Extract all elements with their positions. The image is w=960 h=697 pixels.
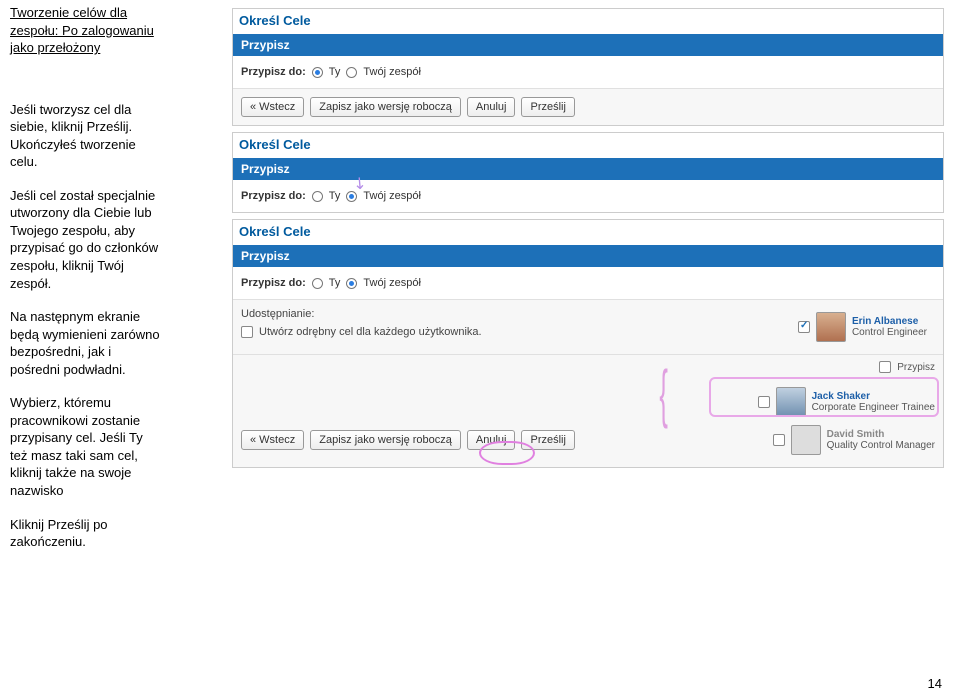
radio-team[interactable] (346, 67, 357, 78)
instructions-p5: Wybierz, któremu pracownikowi zostanie p… (10, 394, 210, 499)
user-erin-avatar (816, 312, 846, 342)
panel-1-buttons: « Wstecz Zapisz jako wersję roboczą Anul… (233, 88, 943, 125)
user-erin: Erin Albanese Control Engineer (798, 308, 927, 346)
user-jack-role: Corporate Engineer Trainee (812, 402, 935, 413)
panel-3: Określ Cele Przypisz Przypisz do: Ty Twó… (232, 219, 944, 468)
panel-3-bluebar: Przypisz (233, 245, 943, 267)
user-erin-name: Erin Albanese (852, 316, 927, 327)
user-david: David Smith Quality Control Manager (773, 421, 935, 459)
user-david-role: Quality Control Manager (827, 440, 935, 451)
radio-ty[interactable] (312, 67, 323, 78)
screenshot-column: Określ Cele Przypisz Przypisz do: Ty Twó… (232, 8, 944, 474)
radio-team-label-3: Twój zespół (363, 277, 420, 289)
submit-button-3[interactable]: Prześlij (521, 430, 574, 450)
instructions-p6: Kliknij Prześlij po zakończeniu. (10, 516, 210, 551)
instructions-column: Tworzenie celów dla zespołu: Po zalogowa… (10, 4, 210, 567)
user-david-name: David Smith (827, 429, 935, 440)
radio-team-label: Twój zespół (363, 66, 420, 78)
user-jack-checkbox[interactable] (758, 396, 770, 408)
panel-1: Określ Cele Przypisz Przypisz do: Ty Twó… (232, 8, 944, 126)
assign-header: Przypisz (233, 354, 943, 379)
radio-ty-2[interactable] (312, 191, 323, 202)
radio-ty-label-3: Ty (329, 277, 341, 289)
assign-to-label-2: Przypisz do: (241, 190, 306, 202)
panel-3-heading: Określ Cele (233, 220, 943, 245)
instructions-p3: Jeśli cel został specjalnie utworzony dl… (10, 187, 210, 292)
share-option-line: Utwórz odrębny cel dla każdego użytkowni… (241, 326, 482, 338)
assign-header-label: Przypisz (897, 362, 935, 373)
share-checkbox[interactable] (241, 326, 253, 338)
user-jack: Jack Shaker Corporate Engineer Trainee (758, 383, 935, 421)
radio-ty-label: Ty (329, 66, 341, 78)
instructions-p2: Jeśli tworzysz cel dla siebie, kliknij P… (10, 101, 210, 171)
user-david-avatar (791, 425, 821, 455)
save-draft-button-3[interactable]: Zapisz jako wersję roboczą (310, 430, 461, 450)
user-jack-name: Jack Shaker (812, 391, 935, 402)
save-draft-button[interactable]: Zapisz jako wersję roboczą (310, 97, 461, 117)
panel-2-assign-row: Przypisz do: Ty Twój zespół (233, 180, 943, 212)
share-left: Udostępnianie: Utwórz odrębny cel dla ka… (241, 308, 482, 338)
panel-3-buttons: « Wstecz Zapisz jako wersję roboczą Anul… (241, 426, 575, 454)
radio-ty-label-2: Ty (329, 190, 341, 202)
share-block: Udostępnianie: Utwórz odrębny cel dla ka… (233, 299, 943, 354)
instructions-p4: Na następnym ekranie będą wymienieni zar… (10, 308, 210, 378)
back-button[interactable]: « Wstecz (241, 97, 304, 117)
user-david-checkbox[interactable] (773, 434, 785, 446)
instructions-title: Tworzenie celów dla zespołu: Po zalogowa… (10, 4, 210, 57)
user-erin-role: Control Engineer (852, 327, 927, 338)
panel-2: Określ Cele Przypisz Przypisz do: Ty Twó… (232, 132, 944, 213)
assign-to-label: Przypisz do: (241, 66, 306, 78)
cancel-button[interactable]: Anuluj (467, 97, 516, 117)
panel-2-bluebar: Przypisz (233, 158, 943, 180)
page-number: 14 (928, 676, 942, 691)
radio-team-3[interactable] (346, 278, 357, 289)
radio-team-2[interactable] (346, 191, 357, 202)
share-label: Udostępnianie: (241, 308, 482, 320)
back-button-3[interactable]: « Wstecz (241, 430, 304, 450)
user-jack-avatar (776, 387, 806, 417)
submit-button[interactable]: Prześlij (521, 97, 574, 117)
share-option-label: Utwórz odrębny cel dla każdego użytkowni… (259, 326, 482, 338)
assign-to-label-3: Przypisz do: (241, 277, 306, 289)
radio-team-label-2: Twój zespół (363, 190, 420, 202)
user-erin-checkbox[interactable] (798, 321, 810, 333)
assign-all-checkbox[interactable] (879, 361, 891, 373)
user-list: Jack Shaker Corporate Engineer Trainee «… (233, 379, 943, 467)
panel-2-heading: Określ Cele (233, 133, 943, 158)
cancel-button-3[interactable]: Anuluj (467, 430, 516, 450)
panel-3-assign-row: Przypisz do: Ty Twój zespół (233, 267, 943, 299)
panel-1-bluebar: Przypisz (233, 34, 943, 56)
radio-ty-3[interactable] (312, 278, 323, 289)
panel-1-heading: Określ Cele (233, 9, 943, 34)
panel-1-assign-row: Przypisz do: Ty Twój zespół (233, 56, 943, 88)
